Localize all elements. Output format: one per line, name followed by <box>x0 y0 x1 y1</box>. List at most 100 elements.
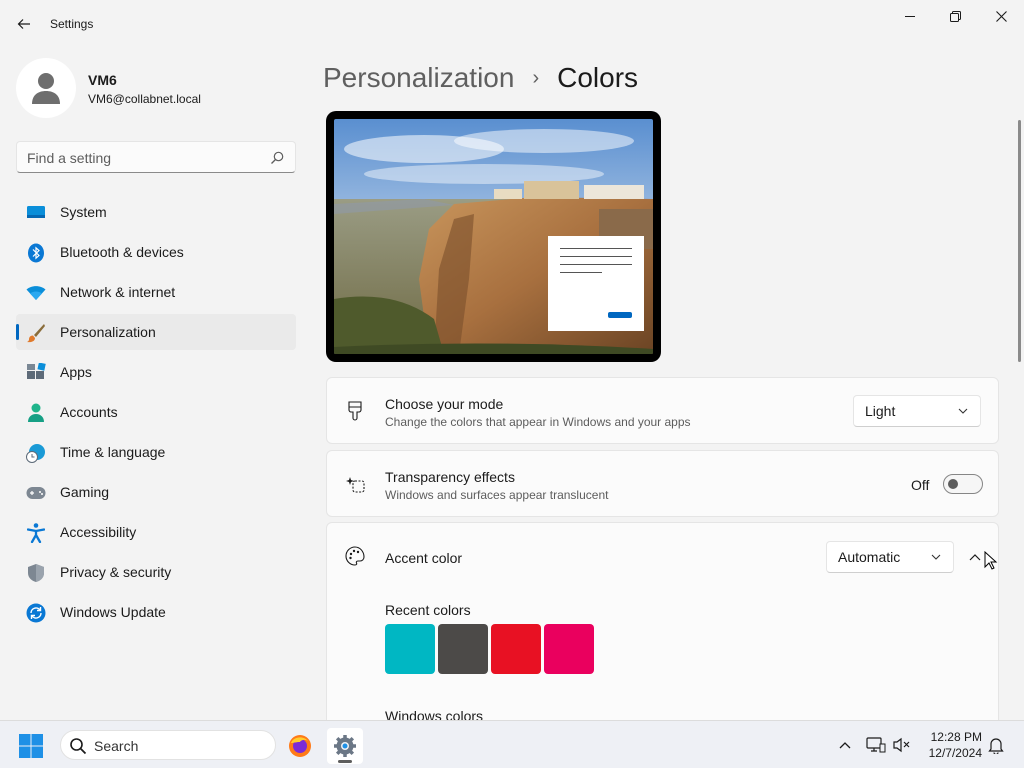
brush-icon <box>26 323 46 343</box>
windows-logo-icon <box>19 734 43 758</box>
sidebar-item-privacy[interactable]: Privacy & security <box>16 554 296 590</box>
volume-tray-button[interactable] <box>892 735 912 755</box>
start-button[interactable] <box>18 733 44 759</box>
shield-icon <box>26 563 46 583</box>
sidebar-item-label: Accounts <box>60 404 118 420</box>
breadcrumb-parent[interactable]: Personalization <box>323 62 514 94</box>
minimize-button[interactable] <box>887 0 933 32</box>
chevron-up-icon <box>969 554 981 561</box>
gear-icon <box>334 735 356 757</box>
taskbar-settings[interactable] <box>327 728 363 764</box>
transparency-toggle[interactable] <box>943 474 983 494</box>
recent-color-swatch-1[interactable] <box>385 624 435 674</box>
chevron-down-icon <box>931 554 941 560</box>
accessibility-icon <box>26 523 46 543</box>
sidebar-item-windows-update[interactable]: Windows Update <box>16 594 296 630</box>
sidebar-item-label: Apps <box>60 364 92 380</box>
taskbar-clock[interactable]: 12:28 PM 12/7/2024 <box>918 729 982 761</box>
person-icon <box>26 403 46 423</box>
sidebar-item-gaming[interactable]: Gaming <box>16 474 296 510</box>
breadcrumb-separator: › <box>532 66 540 89</box>
palette-icon <box>345 546 365 566</box>
sidebar-item-label: Time & language <box>60 444 166 460</box>
taskbar-search-label: Search <box>94 738 139 754</box>
accent-dropdown-value: Automatic <box>838 549 901 565</box>
accent-color-dropdown[interactable]: Automatic <box>826 541 954 573</box>
search-icon[interactable] <box>269 150 285 166</box>
taskbar-firefox[interactable] <box>282 728 318 764</box>
sidebar-item-label: Privacy & security <box>60 564 172 580</box>
bluetooth-icon <box>26 243 46 263</box>
firefox-icon <box>289 735 311 757</box>
recent-colors-title: Recent colors <box>385 602 471 618</box>
preview-text-line <box>560 264 632 265</box>
sidebar-nav: System Bluetooth & devices Network & int… <box>16 194 296 634</box>
transparency-state-label: Off <box>911 477 930 493</box>
bell-icon <box>988 738 1004 754</box>
transparency-title: Transparency effects <box>385 469 515 485</box>
clock-date: 12/7/2024 <box>928 746 982 760</box>
breadcrumb: Personalization › Colors <box>323 58 638 98</box>
transparency-card: Transparency effects Windows and surface… <box>326 450 999 517</box>
show-hidden-icons-button[interactable] <box>835 735 855 755</box>
close-button[interactable] <box>978 0 1024 32</box>
restore-icon <box>949 10 961 22</box>
taskbar-search-box[interactable]: Search <box>60 730 276 760</box>
transparency-sparkle-icon <box>345 474 365 494</box>
sidebar-item-label: Accessibility <box>60 524 137 540</box>
mode-dropdown[interactable]: Light <box>853 395 981 427</box>
search-input[interactable] <box>27 148 267 168</box>
sidebar-item-label: System <box>60 204 107 220</box>
user-profile[interactable]: VM6 VM6@collabnet.local <box>16 58 306 118</box>
gamepad-icon <box>26 483 46 503</box>
sidebar-item-accounts[interactable]: Accounts <box>16 394 296 430</box>
main-scrollbar[interactable] <box>1018 120 1021 362</box>
preview-text-line <box>560 256 632 257</box>
paint-bucket-icon <box>345 401 365 421</box>
volume-muted-icon <box>893 737 910 753</box>
sidebar-item-label: Network & internet <box>60 284 176 300</box>
apps-icon <box>26 363 46 383</box>
choose-mode-card: Choose your mode Change the colors that … <box>326 377 999 444</box>
minimize-icon <box>905 16 915 17</box>
mouse-cursor-icon <box>984 551 998 570</box>
notifications-button[interactable] <box>986 735 1006 755</box>
sidebar-item-label: Bluetooth & devices <box>60 244 184 260</box>
recent-color-swatch-3[interactable] <box>491 624 541 674</box>
sidebar-item-system[interactable]: System <box>16 194 296 230</box>
sidebar-item-accessibility[interactable]: Accessibility <box>16 514 296 550</box>
sidebar-item-label: Gaming <box>60 484 110 500</box>
sidebar-item-network[interactable]: Network & internet <box>16 274 296 310</box>
back-button[interactable] <box>10 10 38 38</box>
recent-color-swatch-2[interactable] <box>438 624 488 674</box>
page-title: Colors <box>557 62 639 93</box>
app-title: Settings <box>50 17 94 31</box>
network-tray-button[interactable] <box>866 735 886 755</box>
sidebar-item-bluetooth[interactable]: Bluetooth & devices <box>16 234 296 270</box>
accent-color-card: Accent color Automatic <box>326 522 999 590</box>
sidebar-item-apps[interactable]: Apps <box>16 354 296 390</box>
recent-color-swatch-4[interactable] <box>544 624 594 674</box>
sidebar-item-label: Windows Update <box>60 604 166 620</box>
user-email: VM6@collabnet.local <box>88 92 201 106</box>
settings-search-box[interactable] <box>16 141 296 173</box>
sidebar-item-time-language[interactable]: Time & language <box>16 434 296 470</box>
search-icon <box>70 738 87 755</box>
preview-text-line <box>560 248 632 249</box>
choose-mode-description: Change the colors that appear in Windows… <box>385 415 691 429</box>
wifi-icon <box>26 283 46 303</box>
accent-color-expanded-panel: Recent colors Windows colors <box>326 589 999 729</box>
restore-button[interactable] <box>932 0 978 32</box>
choose-mode-title: Choose your mode <box>385 396 504 412</box>
user-avatar-icon <box>32 73 60 104</box>
taskbar: Search 12:28 PM 12/7/2024 <box>0 720 1024 768</box>
update-icon <box>26 603 46 623</box>
chevron-up-icon <box>839 742 851 749</box>
back-arrow-icon <box>17 19 30 29</box>
title-bar: Settings <box>0 0 1024 48</box>
sidebar-item-personalization[interactable]: Personalization <box>16 314 296 350</box>
accent-color-title: Accent color <box>385 550 463 566</box>
close-icon <box>995 10 1007 22</box>
theme-preview <box>326 111 661 362</box>
avatar <box>16 58 76 118</box>
